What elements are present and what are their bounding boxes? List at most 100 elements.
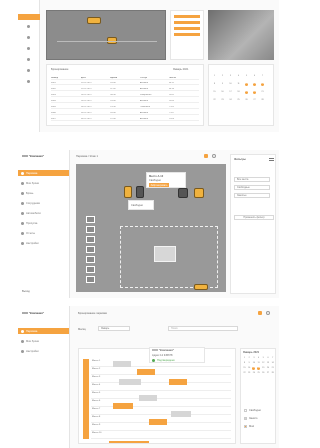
parking-slot[interactable] <box>86 216 95 223</box>
sidebar-item[interactable]: Мои брони <box>21 338 39 344</box>
calendar-day[interactable]: 15 <box>213 91 216 94</box>
car-marker[interactable] <box>124 186 132 198</box>
car-marker[interactable] <box>136 186 144 198</box>
sidebar-item[interactable]: Отчеты <box>21 230 35 236</box>
calendar-day[interactable]: 9 <box>221 83 224 86</box>
car-marker[interactable] <box>178 188 188 198</box>
logout-link[interactable]: Выход <box>22 290 30 293</box>
calendar-day[interactable]: 23 <box>248 372 251 375</box>
calendar-day[interactable]: 14 <box>271 362 274 365</box>
calendar-day[interactable]: 17 <box>229 91 232 94</box>
booking-block[interactable] <box>171 411 191 417</box>
calendar-day[interactable]: 20 <box>267 367 270 370</box>
table-row[interactable]: 0001 12.01.2021 10:00 Активно A-12 <box>51 81 199 85</box>
calendar-day[interactable]: 3 <box>252 357 255 360</box>
calendar-day[interactable]: 4 <box>257 357 260 360</box>
calendar-day[interactable]: 16 <box>248 367 251 370</box>
calendar-day[interactable]: 14 <box>261 83 264 86</box>
sidebar-item[interactable]: Бронь <box>21 190 33 196</box>
notification-icon[interactable] <box>204 154 208 158</box>
search-input[interactable]: Поиск <box>168 326 238 331</box>
calendar-day[interactable]: 25 <box>257 372 260 375</box>
calendar-day[interactable]: 12 <box>245 83 248 86</box>
sidebar-item[interactable]: Настройки <box>21 240 39 246</box>
calendar-day[interactable]: 5 <box>262 357 265 360</box>
calendar-day[interactable]: 19 <box>262 367 265 370</box>
calendar-day[interactable]: 1 <box>243 357 246 360</box>
calendar-day[interactable]: 16 <box>221 91 224 94</box>
calendar-day[interactable]: 28 <box>261 99 264 102</box>
calendar-day[interactable]: 24 <box>229 99 232 102</box>
table-row[interactable]: 0004 13.01.2021 14:00 Активно B-05 <box>51 99 199 103</box>
sidebar-item[interactable]: Сотрудники <box>21 200 40 206</box>
calendar-day[interactable]: 26 <box>245 99 248 102</box>
month-filter[interactable]: Январь 2021 <box>173 68 188 71</box>
filter-option-busy[interactable]: Занятые <box>234 193 270 198</box>
calendar-day[interactable]: 28 <box>271 372 274 375</box>
calendar-day[interactable]: 22 <box>213 99 216 102</box>
calendar-day[interactable]: 6 <box>267 357 270 360</box>
parking-slot[interactable] <box>86 226 95 233</box>
calendar-day[interactable]: 4 <box>237 75 240 78</box>
calendar-day[interactable]: 21 <box>261 91 264 94</box>
table-row[interactable]: 0007 16.01.2021 12:00 Активно D-03 <box>51 117 199 121</box>
calendar-day[interactable]: 7 <box>271 357 274 360</box>
help-icon[interactable] <box>266 311 270 315</box>
sidebar-item[interactable]: Пропуска <box>21 220 37 226</box>
calendar-day[interactable]: 9 <box>248 362 251 365</box>
calendar-day[interactable]: 25 <box>237 99 240 102</box>
calendar-day[interactable]: 12 <box>262 362 265 365</box>
calendar-day[interactable]: 15 <box>243 367 246 370</box>
car-marker[interactable] <box>194 188 204 198</box>
calendar-day[interactable]: 11 <box>257 362 260 365</box>
parking-slot[interactable] <box>86 266 95 273</box>
table-row[interactable]: 0005 14.01.2021 15:30 Отменено C-01 <box>51 105 199 109</box>
apply-filter-button[interactable]: Применить фильтр <box>234 215 274 220</box>
calendar-day[interactable]: 23 <box>221 99 224 102</box>
calendar-day[interactable]: 26 <box>262 372 265 375</box>
booking-block[interactable] <box>113 403 133 409</box>
filter-option-free[interactable]: Свободные <box>234 185 270 190</box>
sidebar-item[interactable]: Парковка <box>18 170 69 176</box>
table-row[interactable]: 0003 13.01.2021 09:30 Завершено B-02 <box>51 93 199 97</box>
booking-block[interactable] <box>139 395 157 401</box>
sidebar-active-item[interactable] <box>18 14 40 20</box>
calendar-day[interactable]: 6 <box>253 75 256 78</box>
calendar-day[interactable]: 17 <box>252 367 256 370</box>
calendar-day[interactable]: 8 <box>213 83 216 86</box>
parking-slot[interactable] <box>86 256 95 263</box>
table-row[interactable]: 0006 15.01.2021 16:00 Активно C-07 <box>51 111 199 115</box>
sidebar-item[interactable]: Настройки <box>21 348 39 354</box>
car-marker[interactable] <box>87 17 101 24</box>
calendar-day[interactable]: 10 <box>252 362 255 365</box>
calendar-day[interactable]: 21 <box>271 367 274 370</box>
parking-slot[interactable] <box>86 276 95 283</box>
calendar-day[interactable]: 2 <box>248 357 251 360</box>
calendar-day[interactable]: 24 <box>252 372 255 375</box>
calendar-day[interactable]: 2 <box>221 75 224 78</box>
calendar-day[interactable]: 3 <box>229 75 232 78</box>
booking-block[interactable] <box>119 379 141 385</box>
notification-icon[interactable] <box>258 311 262 315</box>
calendar-day[interactable]: 11 <box>237 83 240 86</box>
calendar-day[interactable]: 5 <box>245 75 248 78</box>
calendar-day[interactable]: 19 <box>245 91 248 94</box>
menu-icon[interactable] <box>269 158 274 161</box>
filter-option-all[interactable]: Все места <box>234 177 270 182</box>
sidebar-item[interactable]: Мои брони <box>21 180 39 186</box>
table-row[interactable]: 0002 12.01.2021 11:00 Активно A-14 <box>51 87 199 91</box>
booking-block[interactable] <box>137 369 155 375</box>
calendar-day[interactable]: 10 <box>229 83 232 86</box>
calendar-day[interactable]: 1 <box>213 75 216 78</box>
calendar-day[interactable]: 27 <box>253 99 256 102</box>
calendar-day[interactable]: 27 <box>267 372 270 375</box>
calendar-day[interactable]: 8 <box>243 362 246 365</box>
calendar-day[interactable]: 22 <box>243 372 246 375</box>
booking-block[interactable] <box>169 379 187 385</box>
calendar-day[interactable]: 18 <box>257 367 261 370</box>
parking-slot[interactable] <box>86 236 95 243</box>
car-marker[interactable] <box>194 284 208 290</box>
calendar-day[interactable]: 13 <box>253 83 256 86</box>
scroll-indicator[interactable] <box>109 441 149 443</box>
parking-slot[interactable] <box>86 246 95 253</box>
